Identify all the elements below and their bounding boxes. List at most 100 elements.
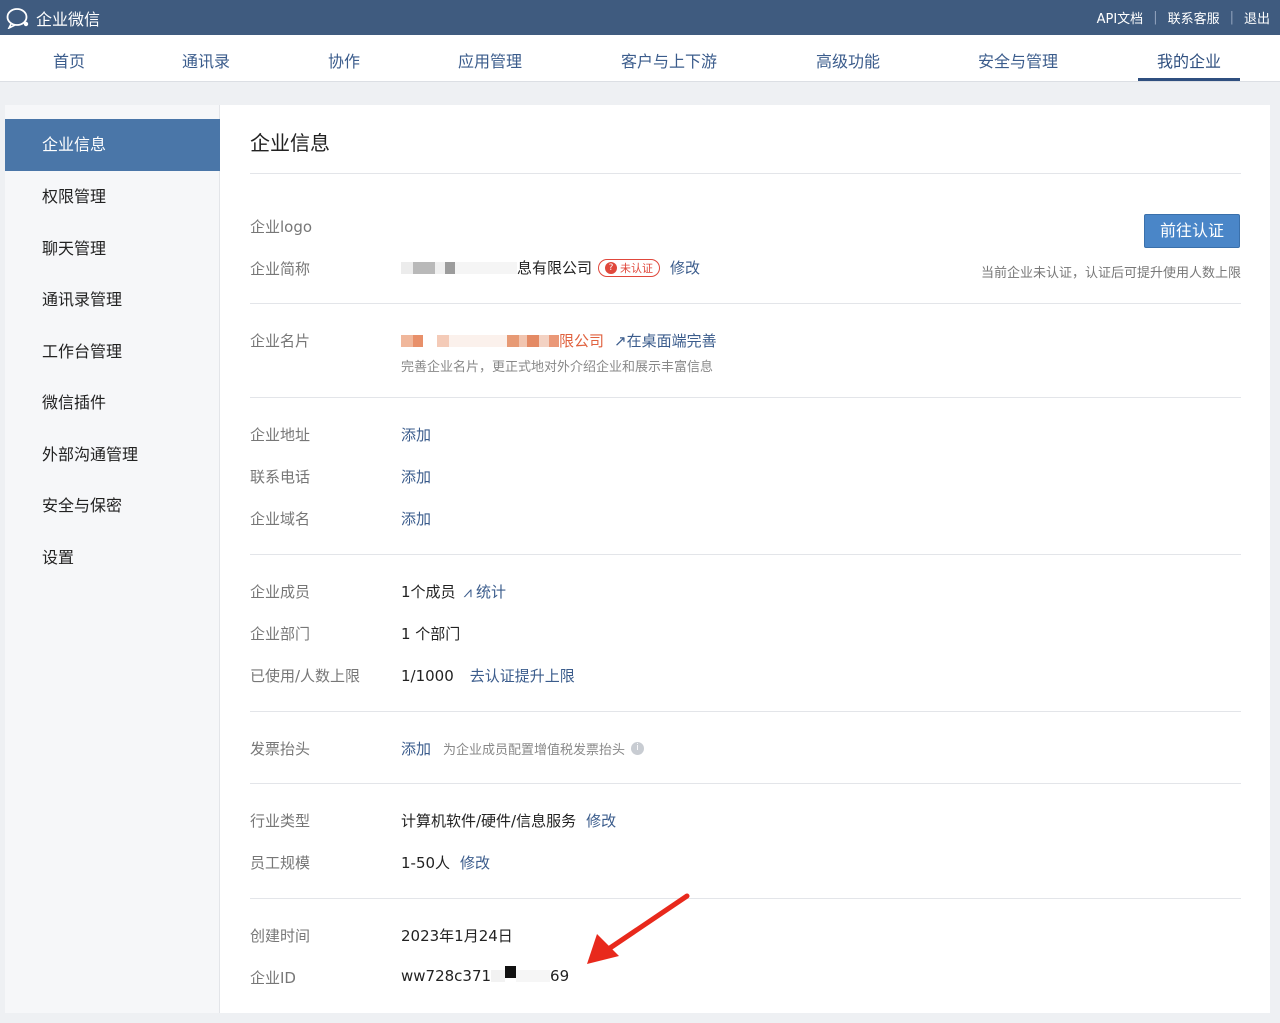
redacted-block (549, 334, 559, 347)
contact-support-link[interactable]: 联系客服 (1168, 8, 1220, 27)
industry-label: 行业类型 (250, 812, 311, 830)
corp-id-suffix: 69 (550, 967, 570, 985)
redacted-block (519, 334, 527, 347)
sidebar-item-enterprise-info[interactable]: 企业信息 (5, 119, 220, 171)
logo-label: 企业logo (250, 218, 313, 236)
certify-button[interactable]: 前往认证 (1144, 214, 1240, 248)
tab-advanced[interactable]: 高级功能 (816, 48, 880, 72)
edit-size-link[interactable]: 修改 (460, 852, 490, 873)
business-card-label: 企业名片 (250, 332, 311, 350)
content-card: 企业信息 权限管理 聊天管理 通讯录管理 工作台管理 微信插件 外部沟通管理 安… (5, 105, 1270, 1013)
members-value: 1个成员 (401, 583, 456, 601)
tab-collaboration[interactable]: 协作 (328, 48, 360, 72)
corp-id-prefix: ww728c371 (401, 967, 492, 985)
corp-id-label: 企业ID (250, 969, 296, 987)
short-name-label: 企业简称 (250, 260, 311, 278)
redacted-block (455, 261, 517, 274)
tab-home[interactable]: 首页 (53, 48, 85, 72)
sidebar-item-security[interactable]: 安全与保密 (5, 480, 220, 532)
redacted-block (505, 966, 517, 978)
api-docs-link[interactable]: API文档 (1097, 8, 1144, 27)
address-label: 企业地址 (250, 426, 311, 444)
usage-label: 已使用/人数上限 (250, 667, 361, 685)
active-tab-indicator (1138, 78, 1240, 81)
business-card-value: 限公司 (559, 332, 605, 350)
sidebar-item-workbench[interactable]: 工作台管理 (5, 326, 220, 378)
edit-industry-link[interactable]: 修改 (586, 810, 616, 831)
redacted-block (437, 334, 449, 347)
redacted-block (435, 261, 445, 274)
logout-link[interactable]: 退出 (1244, 8, 1270, 27)
certify-note: 当前企业未认证，认证后可提升使用人数上限 (980, 266, 1241, 281)
divider: | (1153, 10, 1158, 25)
add-address-link[interactable]: 添加 (401, 424, 431, 445)
divider: | (1229, 10, 1234, 25)
redacted-block (507, 334, 519, 347)
size-label: 员工规模 (250, 854, 311, 872)
domain-label: 企业域名 (250, 510, 311, 528)
divider (250, 173, 1241, 174)
invoice-label: 发票抬头 (250, 740, 311, 758)
open-desktop-icon: ↗ (614, 331, 627, 350)
industry-value: 计算机软件/硬件/信息服务 (401, 812, 577, 830)
brand[interactable]: 企业微信 (6, 6, 100, 30)
corp-id-row: ww728c371 69 (401, 966, 570, 985)
usage-value: 1/1000 (401, 666, 454, 685)
business-card-row: 限公司 ↗ 在桌面端完善 (401, 330, 717, 351)
sidebar-item-external[interactable]: 外部沟通管理 (5, 429, 220, 481)
redacted-block (516, 970, 551, 982)
created-value: 2023年1月24日 (401, 927, 513, 945)
divider (250, 397, 1241, 398)
tab-app-management[interactable]: 应用管理 (458, 48, 522, 72)
size-value: 1-50人 (401, 854, 451, 872)
brand-name: 企业微信 (36, 10, 101, 29)
add-phone-link[interactable]: 添加 (401, 466, 431, 487)
divider (250, 554, 1241, 555)
departments-value: 1 个部门 (401, 625, 461, 643)
members-row: 1个成员 ⩘ 统计 (401, 581, 506, 602)
certify-upgrade-link[interactable]: 去认证提升上限 (470, 665, 575, 686)
redacted-block (539, 334, 549, 347)
invoice-hint: 为企业成员配置增值税发票抬头 (443, 743, 626, 758)
departments-label: 企业部门 (250, 625, 311, 643)
page-title: 企业信息 (250, 131, 330, 155)
add-invoice-link[interactable]: 添加 (401, 738, 431, 759)
add-domain-link[interactable]: 添加 (401, 508, 431, 529)
top-links: API文档 | 联系客服 | 退出 (1097, 8, 1270, 27)
redacted-block (401, 334, 413, 347)
tab-my-enterprise[interactable]: 我的企业 (1157, 48, 1221, 72)
redacted-block (413, 261, 435, 274)
top-bar: 企业微信 API文档 | 联系客服 | 退出 (0, 0, 1280, 35)
badge-label: 未认证 (620, 261, 654, 275)
stats-icon: ⩘ (463, 582, 473, 601)
sidebar-item-chat[interactable]: 聊天管理 (5, 223, 220, 275)
invoice-row: 添加 为企业成员配置增值税发票抬头 i (401, 738, 645, 759)
redacted-block (413, 334, 423, 347)
annotation-arrow-icon (587, 893, 690, 964)
divider (250, 783, 1241, 784)
members-label: 企业成员 (250, 583, 311, 601)
divider (250, 898, 1241, 899)
info-icon[interactable]: i (631, 742, 645, 755)
sidebar-item-permissions[interactable]: 权限管理 (5, 171, 220, 223)
divider (250, 711, 1241, 712)
industry-row: 计算机软件/硬件/信息服务 修改 (401, 810, 616, 831)
sidebar-item-wechat-plugin[interactable]: 微信插件 (5, 377, 220, 429)
sidebar: 企业信息 权限管理 聊天管理 通讯录管理 工作台管理 微信插件 外部沟通管理 安… (5, 105, 220, 1013)
tab-contacts[interactable]: 通讯录 (182, 48, 230, 72)
tab-customers[interactable]: 客户与上下游 (621, 48, 717, 72)
short-name-row: 息有限公司 ? 未认证 修改 (401, 257, 700, 278)
stats-link[interactable]: 统计 (476, 581, 506, 602)
edit-short-name-link[interactable]: 修改 (670, 257, 700, 278)
tab-security[interactable]: 安全与管理 (978, 48, 1058, 72)
sidebar-item-settings[interactable]: 设置 (5, 532, 220, 584)
wecom-logo-icon (6, 8, 29, 29)
redacted-block (401, 261, 413, 274)
redacted-block (445, 261, 455, 274)
question-icon: ? (605, 261, 618, 274)
uncertified-badge[interactable]: ? 未认证 (598, 258, 661, 277)
complete-on-desktop-link[interactable]: 在桌面端完善 (627, 330, 717, 351)
usage-row: 1/1000 去认证提升上限 (401, 665, 575, 686)
sidebar-item-contacts[interactable]: 通讯录管理 (5, 274, 220, 326)
redacted-block (423, 334, 437, 347)
